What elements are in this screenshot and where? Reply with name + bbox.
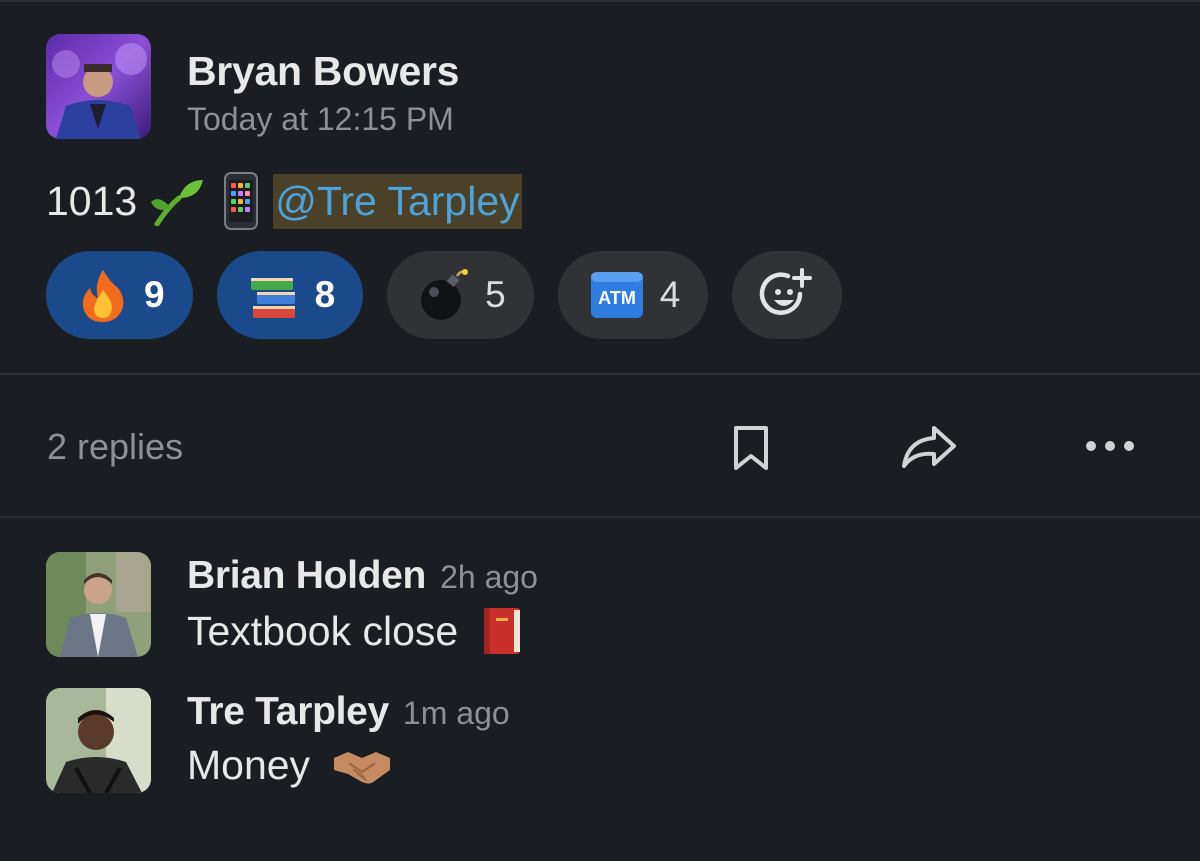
fire-icon [82,270,124,322]
bomb-icon [421,269,469,320]
reply-text: Money [187,742,311,788]
reaction-count: 9 [144,274,165,315]
message-timestamp[interactable]: Today at 12:15 PM [187,101,454,138]
reaction-books[interactable]: 8 [216,251,364,339]
atm-icon: ATM [590,272,643,318]
reaction-count: 4 [659,274,681,315]
add-reaction-button[interactable] [732,251,843,339]
mobile-phone-icon [224,172,259,230]
divider [0,516,1200,518]
reaction-count: 5 [485,274,506,315]
avatar-image [46,34,151,139]
bookmark-icon[interactable] [732,424,770,472]
reaction-bomb[interactable]: 5 [387,251,534,339]
share-icon[interactable] [900,424,958,470]
avatar-tre-tarpley[interactable] [46,688,151,793]
replies-count[interactable]: 2 replies [47,426,183,468]
seedling-icon [151,180,204,226]
top-divider [0,0,1200,2]
reaction-count: 8 [314,274,336,315]
reply-time[interactable]: 2h ago [440,559,538,596]
reply-message: Textbook close [187,606,524,656]
reply-header: Tre Tarpley 1m ago [187,690,510,734]
avatar-image [46,552,151,657]
books-icon [250,278,295,318]
message-body: 1013 @Tre Tarpley [46,172,522,230]
reply-author[interactable]: Tre Tarpley [187,690,389,734]
red-book-icon [484,608,521,654]
reaction-fire[interactable]: 9 [46,251,193,339]
thread-reply: Tre Tarpley 1m ago Money [46,688,946,796]
reply-time[interactable]: 1m ago [403,695,510,732]
reply-author[interactable]: Brian Holden [187,554,426,598]
thread-reply: Brian Holden 2h ago Textbook close [46,552,946,660]
user-mention[interactable]: @Tre Tarpley [273,173,522,229]
atm-text: ATM [598,288,636,308]
divider [0,373,1200,375]
message-number: 1013 [46,177,138,224]
reply-header: Brian Holden 2h ago [187,554,538,598]
avatar-image [46,688,151,793]
reaction-atm[interactable]: ATM 4 [557,251,709,339]
more-icon[interactable] [1084,437,1136,455]
avatar-bryan-bowers[interactable] [46,34,151,139]
avatar-brian-holden[interactable] [46,552,151,657]
handshake-icon [334,751,391,784]
reactions-bar: 9 8 5 ATM 4 [46,251,843,339]
message-author[interactable]: Bryan Bowers [187,48,459,95]
add-reaction-icon [760,268,813,315]
reply-message: Money [187,742,392,789]
message-header: Bryan Bowers Today at 12:15 PM [46,34,846,140]
reply-text: Textbook close [187,607,459,654]
